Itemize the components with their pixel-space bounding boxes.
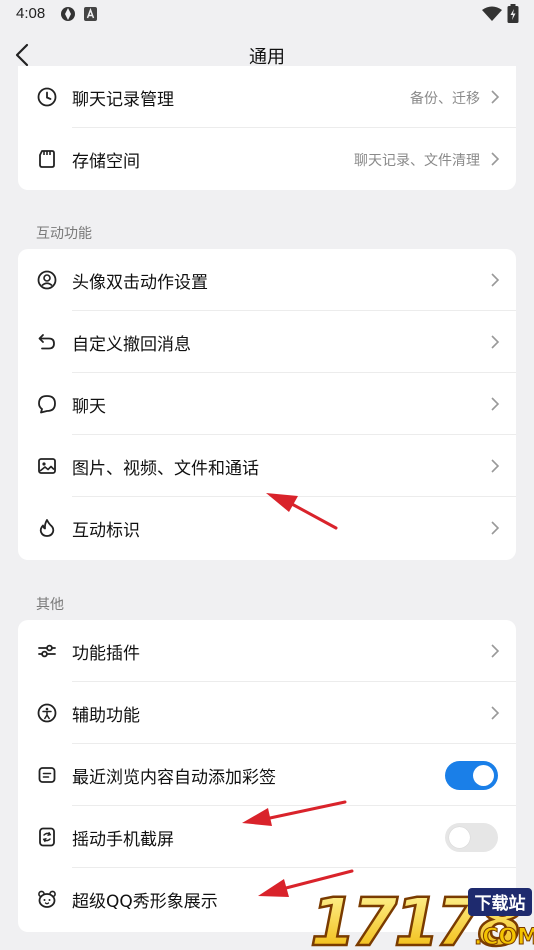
chevron-right-icon [491, 152, 500, 166]
row-value: 聊天记录、文件清理 [354, 153, 480, 169]
wifi-icon [482, 6, 502, 21]
status-time: 4:08 [16, 5, 46, 22]
row-label: 功能插件 [72, 644, 140, 664]
row-label: 互动标识 [72, 521, 140, 541]
toggle-knob [449, 827, 470, 848]
row-label: 图片、视频、文件和通话 [72, 459, 259, 479]
user-circle-icon [37, 270, 57, 290]
watermark-badge-text: 下载站 [475, 893, 526, 914]
avatar-double-tap-row[interactable]: 头像双击动作设置 [18, 249, 516, 311]
auto-tag-toggle[interactable] [445, 761, 498, 790]
interaction-badge-row[interactable]: 互动标识 [18, 497, 516, 559]
chevron-right-icon [491, 90, 500, 104]
chevron-right-icon [491, 335, 500, 349]
chat-row[interactable]: 聊天 [18, 373, 516, 435]
section-title-other: 其他 [36, 597, 64, 613]
media-files-calls-row[interactable]: 图片、视频、文件和通话 [18, 435, 516, 497]
chevron-right-icon [491, 459, 500, 473]
note-icon [38, 767, 56, 783]
phone-shake-icon [39, 827, 55, 847]
sd-card-icon [39, 150, 55, 168]
chat-bubble-icon [38, 395, 56, 414]
accessibility-row[interactable]: 辅助功能 [18, 682, 516, 744]
custom-recall-row[interactable]: 自定义撤回消息 [18, 311, 516, 373]
battery-icon [507, 4, 519, 23]
shake-screenshot-row: 摇动手机截屏 [18, 806, 516, 868]
row-label: 超级QQ秀形象展示 [72, 892, 218, 912]
chevron-right-icon [491, 273, 500, 287]
row-label: 聊天 [72, 397, 106, 417]
chevron-right-icon [491, 521, 500, 535]
section-title-interaction: 互动功能 [36, 226, 92, 242]
chevron-right-icon [491, 397, 500, 411]
chevron-right-icon [491, 644, 500, 658]
notification-a-icon [84, 7, 97, 21]
undo-icon [38, 334, 55, 350]
bear-face-icon [38, 890, 56, 908]
row-label: 辅助功能 [72, 706, 140, 726]
storage-space-row[interactable]: 存储空间 聊天记录、文件清理 [18, 128, 516, 190]
clock-icon [37, 87, 57, 107]
sliders-icon [38, 644, 56, 658]
site-watermark: 17178 下载站 .COM [308, 883, 534, 950]
app-status-icon [61, 7, 75, 21]
row-value: 备份、迁移 [410, 91, 480, 107]
row-label: 头像双击动作设置 [72, 273, 208, 293]
image-icon [38, 458, 56, 474]
row-label: 自定义撤回消息 [72, 335, 191, 355]
accessibility-icon [37, 703, 57, 723]
chat-history-row[interactable]: 聊天记录管理 备份、迁移 [18, 66, 516, 128]
watermark-logo: 17178 下载站 .COM [309, 883, 534, 950]
row-label: 存储空间 [72, 152, 140, 172]
auto-tag-row: 最近浏览内容自动添加彩签 [18, 744, 516, 806]
watermark-suffix-text: .COM [474, 925, 534, 950]
row-label: 聊天记录管理 [72, 90, 174, 110]
row-label: 最近浏览内容自动添加彩签 [72, 768, 276, 788]
storage-card: 聊天记录管理 备份、迁移 存储空间 聊天记录、文件清理 [18, 66, 516, 190]
chevron-right-icon [491, 706, 500, 720]
plugins-row[interactable]: 功能插件 [18, 620, 516, 682]
shake-screenshot-toggle[interactable] [445, 823, 498, 852]
flame-icon [39, 519, 55, 537]
interaction-card: 头像双击动作设置 自定义撤回消息 聊天 图片、视频、文件和通话 互动标识 [18, 249, 516, 560]
status-bar: 4:08 [0, 0, 534, 28]
row-label: 摇动手机截屏 [72, 830, 174, 850]
toggle-knob [473, 765, 494, 786]
